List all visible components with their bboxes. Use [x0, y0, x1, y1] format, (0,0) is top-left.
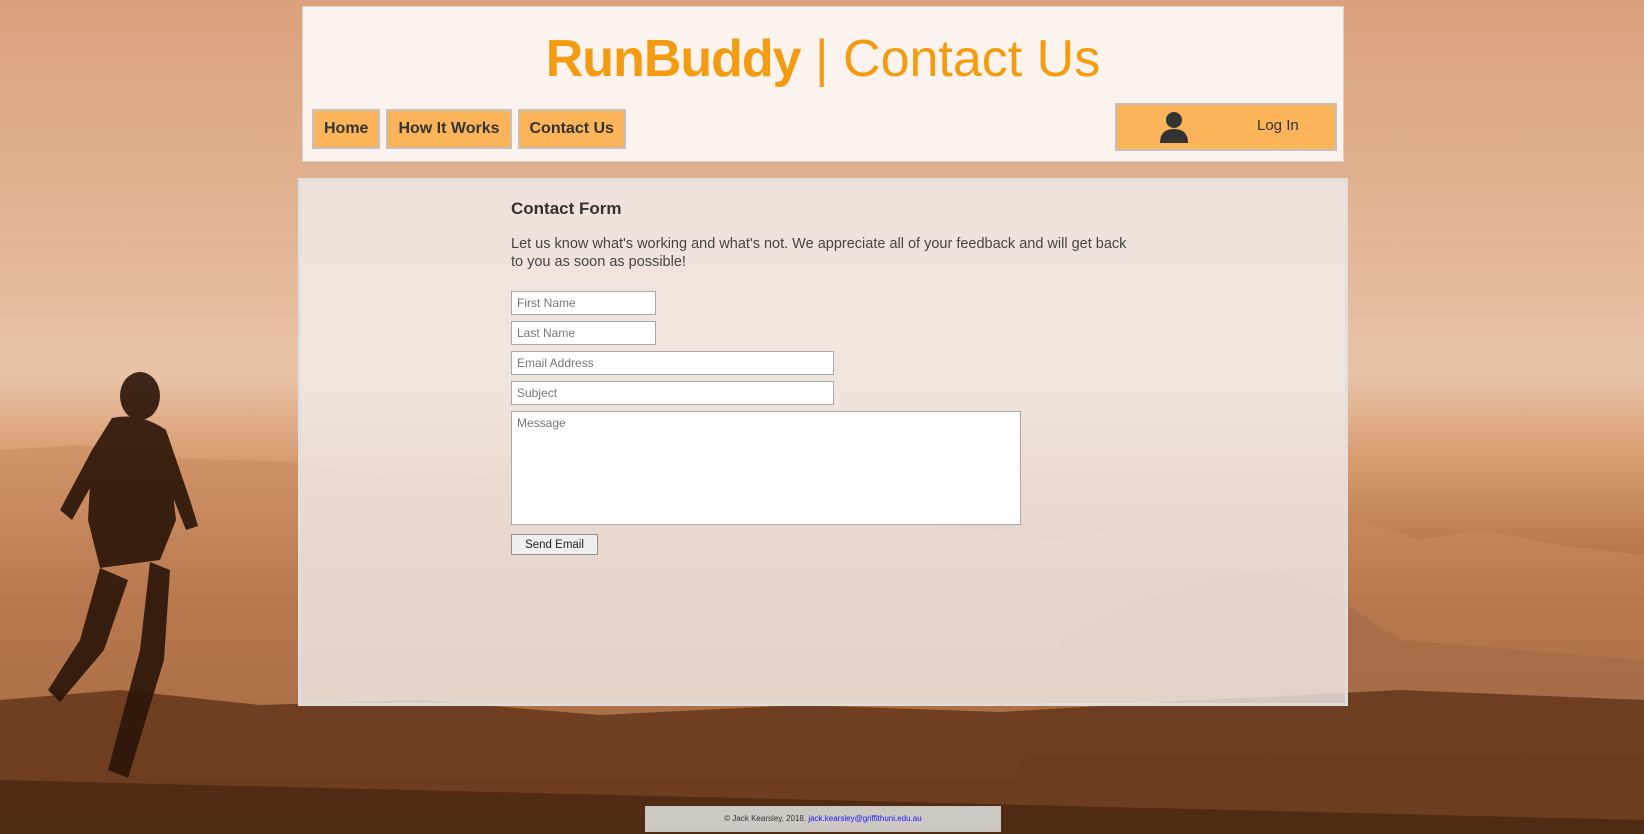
nav-how-it-works-button[interactable]: How It Works [386, 109, 512, 149]
main-content: Contact Form Let us know what's working … [298, 178, 1348, 706]
send-email-button[interactable]: Send Email [511, 534, 598, 555]
form-intro: Let us know what's working and what's no… [511, 236, 1127, 270]
title-separator: | [815, 30, 829, 88]
first-name-input[interactable] [511, 291, 656, 315]
footer-email-link[interactable]: jack.kearsley@griffithuni.edu.au [808, 814, 921, 823]
message-textarea[interactable] [511, 411, 1021, 525]
subject-input[interactable] [511, 381, 834, 405]
main-nav: Home How It Works Contact Us [312, 109, 626, 149]
footer-copyright: © Jack Kearsley, 2018. [724, 814, 807, 823]
login-label: Log In [1257, 117, 1299, 134]
login-button[interactable]: Log In [1115, 103, 1337, 151]
page-title: RunBuddy | Contact Us [303, 27, 1343, 91]
site-header: RunBuddy | Contact Us Home How It Works … [302, 6, 1344, 162]
form-title: Contact Form [511, 199, 622, 218]
last-name-input[interactable] [511, 321, 656, 345]
nav-contact-us-button[interactable]: Contact Us [517, 109, 626, 149]
contact-form: Contact Form Let us know what's working … [511, 199, 1151, 555]
email-input[interactable] [511, 351, 834, 375]
brand-name[interactable]: RunBuddy [546, 30, 802, 88]
page-title-text: Contact Us [843, 30, 1101, 88]
user-icon [1160, 112, 1188, 143]
site-footer: © Jack Kearsley, 2018. jack.kearsley@gri… [645, 806, 1001, 832]
nav-home-button[interactable]: Home [312, 109, 381, 149]
